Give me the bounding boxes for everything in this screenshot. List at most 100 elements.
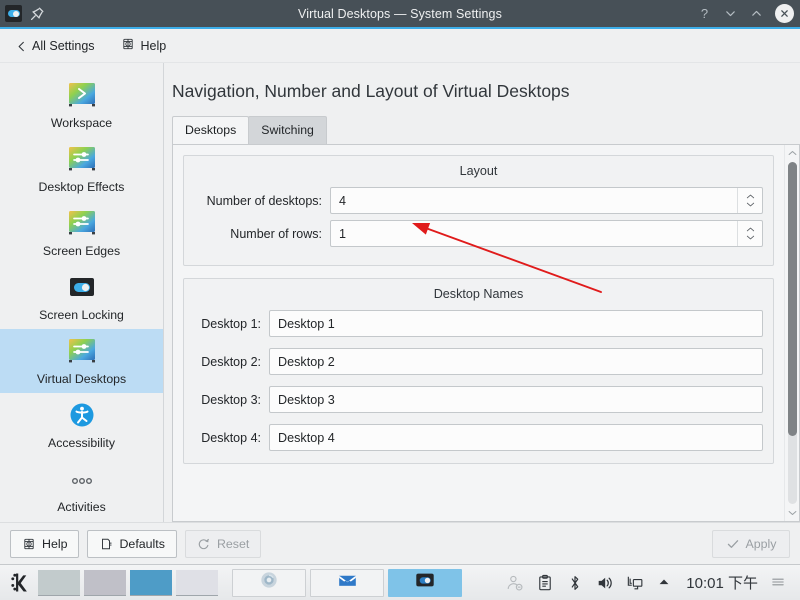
all-settings-button[interactable]: All Settings	[12, 36, 99, 56]
number-of-rows-spinbox[interactable]: 1	[330, 220, 763, 247]
taskbar: 10:01 下午	[0, 564, 800, 600]
body: Workspace Desktop Effects Screen Edges S…	[0, 63, 800, 522]
scrollbar-track[interactable]	[787, 162, 797, 504]
desktop-3-label: Desktop 3:	[201, 392, 261, 407]
sidebar-item-label: Screen Locking	[39, 308, 124, 322]
pager-desktop-4[interactable]	[176, 569, 218, 596]
show-hidden-icon[interactable]	[656, 574, 674, 592]
layout-group: Layout Number of desktops: 4 Number of r…	[183, 155, 774, 266]
layout-group-title: Layout	[459, 164, 498, 178]
sidebar-item-workspace[interactable]: Workspace	[0, 73, 163, 137]
help-toolbar-button[interactable]: Help	[117, 34, 171, 57]
number-of-desktops-spinbox[interactable]: 4	[330, 187, 763, 214]
bluetooth-icon[interactable]	[566, 574, 584, 592]
sidebar-item-screen-edges[interactable]: Screen Edges	[0, 201, 163, 265]
virtual-desktops-icon	[5, 5, 22, 22]
help-icon	[22, 537, 36, 551]
desktop-3-value: Desktop 3	[278, 392, 335, 407]
window-controls: ?	[697, 4, 794, 23]
help-button[interactable]: Help	[10, 529, 80, 558]
settings-form: Layout Number of desktops: 4 Number of r…	[173, 145, 784, 521]
chevron-down-icon	[746, 202, 754, 207]
sidebar-item-desktop-effects[interactable]: Desktop Effects	[0, 137, 163, 201]
task-mail[interactable]	[310, 568, 384, 597]
network-icon[interactable]	[626, 574, 644, 592]
virtual-desktops-icon	[66, 335, 98, 367]
clock[interactable]: 10:01 下午	[686, 572, 758, 593]
titlebar-left-icons	[5, 5, 125, 22]
sidebar-item-activities[interactable]: Activities	[0, 457, 163, 521]
tab-content-area: Layout Number of desktops: 4 Number of r…	[172, 144, 800, 522]
defaults-icon	[99, 537, 113, 551]
desktop-4-input[interactable]: Desktop 4	[269, 424, 763, 451]
system-settings-icon	[414, 569, 436, 596]
volume-icon[interactable]	[596, 574, 614, 592]
page-title: Navigation, Number and Layout of Virtual…	[172, 81, 570, 101]
help-icon	[121, 37, 135, 54]
sidebar-item-label: Virtual Desktops	[36, 372, 127, 386]
desktop-name-row: Desktop 1: Desktop 1	[194, 310, 763, 337]
hamburger-icon[interactable]	[770, 574, 788, 592]
scrollbar-thumb[interactable]	[787, 162, 797, 436]
chevron-up-icon	[746, 227, 754, 232]
apply-button-label: Apply	[745, 536, 777, 551]
tab-desktops[interactable]: Desktops	[172, 116, 250, 144]
dialog-button-bar: Help Defaults Reset Apply	[0, 522, 800, 564]
sidebar-item-virtual-desktops[interactable]: Virtual Desktops	[0, 329, 163, 393]
task-system-settings[interactable]	[388, 568, 462, 597]
mail-icon	[337, 570, 358, 596]
desktop-1-label: Desktop 1:	[201, 316, 261, 331]
check-icon	[726, 537, 740, 551]
reset-icon	[197, 537, 211, 551]
spinner-arrows[interactable]	[737, 221, 762, 246]
maximize-icon[interactable]	[749, 6, 764, 21]
pager-desktop-2[interactable]	[84, 569, 126, 596]
activities-icon	[66, 463, 98, 495]
user-icon[interactable]	[506, 574, 524, 592]
reset-button[interactable]: Reset	[184, 529, 262, 558]
pager-desktop-1[interactable]	[38, 569, 80, 596]
spinner-arrows[interactable]	[737, 188, 762, 213]
pin-icon[interactable]	[29, 6, 45, 22]
desktop-3-input[interactable]: Desktop 3	[269, 386, 763, 413]
help-button-label: Help	[42, 536, 68, 551]
titlebar: Virtual Desktops — System Settings ?	[0, 0, 800, 29]
desktop-name-row: Desktop 2: Desktop 2	[194, 348, 763, 375]
sidebar-item-accessibility[interactable]: Accessibility	[0, 393, 163, 457]
desktop-effects-icon	[66, 143, 98, 175]
sidebar-item-screen-locking[interactable]: Screen Locking	[0, 265, 163, 329]
screen-locking-icon	[66, 271, 98, 303]
desktop-name-row: Desktop 4: Desktop 4	[194, 424, 763, 451]
task-browser[interactable]	[232, 568, 306, 597]
pager-desktop-3[interactable]	[130, 569, 172, 596]
number-of-desktops-label: Number of desktops:	[206, 193, 322, 208]
vertical-scrollbar[interactable]	[784, 145, 799, 521]
sidebar: Workspace Desktop Effects Screen Edges S…	[0, 63, 164, 522]
sidebar-item-label: Workspace	[50, 116, 113, 130]
desktop-4-value: Desktop 4	[278, 430, 335, 445]
desktop-4-label: Desktop 4:	[201, 430, 261, 445]
apply-button[interactable]: Apply	[712, 529, 790, 558]
close-icon[interactable]	[775, 4, 794, 23]
desktop-1-input[interactable]: Desktop 1	[269, 310, 763, 337]
kde-menu-icon[interactable]	[6, 571, 36, 594]
desktop-pager[interactable]	[38, 569, 218, 596]
clipboard-icon[interactable]	[536, 574, 554, 592]
system-tray: 10:01 下午	[506, 572, 794, 593]
desktop-2-input[interactable]: Desktop 2	[269, 348, 763, 375]
desktop-1-value: Desktop 1	[278, 316, 335, 331]
help-titlebar-button[interactable]: ?	[697, 6, 712, 21]
defaults-button-label: Defaults	[119, 536, 165, 551]
defaults-button[interactable]: Defaults	[87, 529, 177, 558]
desktop-names-group: Desktop Names Desktop 1: Desktop 1 Deskt…	[183, 278, 774, 464]
scroll-up-icon[interactable]	[788, 147, 797, 159]
minimize-icon[interactable]	[723, 6, 738, 21]
accessibility-icon	[66, 399, 98, 431]
tab-switching[interactable]: Switching	[248, 116, 327, 144]
desktop-2-value: Desktop 2	[278, 354, 335, 369]
number-of-rows-row: Number of rows: 1	[194, 220, 763, 247]
system-settings-window: Virtual Desktops — System Settings ? All…	[0, 0, 800, 600]
chevron-left-icon	[16, 41, 26, 51]
scroll-down-icon[interactable]	[788, 507, 797, 519]
screen-edges-icon	[66, 207, 98, 239]
